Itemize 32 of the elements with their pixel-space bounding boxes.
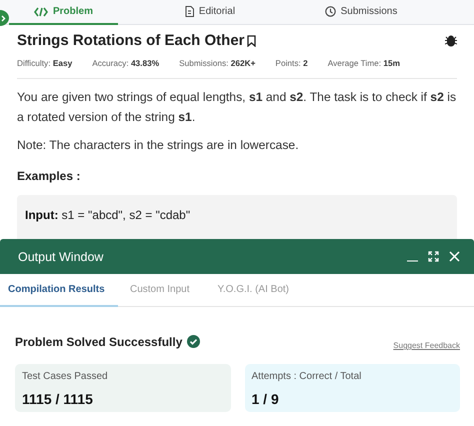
expand-icon[interactable]	[428, 251, 439, 262]
tab[interactable]: Problem	[9, 0, 118, 25]
card-value: 1 / 9	[252, 391, 280, 407]
tab[interactable]: Y.O.G.I. (AI Bot)	[209, 274, 297, 307]
chevron-right-icon	[1, 14, 6, 22]
stat-text: Difficulty: Easy	[17, 58, 72, 68]
problem-title: Strings Rotations of Each Other	[17, 32, 245, 49]
examples-heading: Examples :	[17, 169, 82, 183]
tab[interactable]: Custom Input	[118, 274, 210, 307]
tab[interactable]: Submissions	[302, 0, 420, 25]
clock-icon	[324, 6, 336, 17]
bookmark-icon[interactable]	[246, 34, 256, 46]
card-value: 1115 / 1115	[22, 391, 94, 407]
problem-note: Note: The characters in the strings are in lowercase.	[17, 137, 300, 154]
window-title: Output Window	[18, 250, 104, 264]
check-circle-icon	[187, 335, 200, 348]
card-label: Test Cases Passed	[22, 371, 109, 382]
stat-text: Points: 2	[275, 58, 308, 68]
example-line: Input: s1 = "abcd", s2 = "cdab"	[25, 208, 190, 222]
card-label: Attempts : Correct / Total	[252, 371, 362, 382]
stat-text: Accuracy: 43.83%	[92, 58, 160, 68]
suggest-feedback-link[interactable]: Suggest Feedback	[393, 341, 460, 350]
tab[interactable]: Compilation Results	[0, 274, 118, 307]
stat-text: Average Time: 15m	[328, 58, 400, 68]
stat-text: Submissions: 262K+	[179, 58, 256, 68]
close-icon[interactable]	[449, 251, 460, 262]
document-icon	[184, 6, 194, 17]
code-icon	[34, 6, 48, 16]
problem-description: You are given two strings of equal lengths, s1 and s2. The task is to check if s2 is a rotated version of the string s1.	[17, 89, 457, 126]
result-heading: Problem Solved Successfully	[15, 334, 182, 348]
tab[interactable]: Editorial	[118, 0, 302, 25]
bug-icon[interactable]	[445, 34, 457, 46]
